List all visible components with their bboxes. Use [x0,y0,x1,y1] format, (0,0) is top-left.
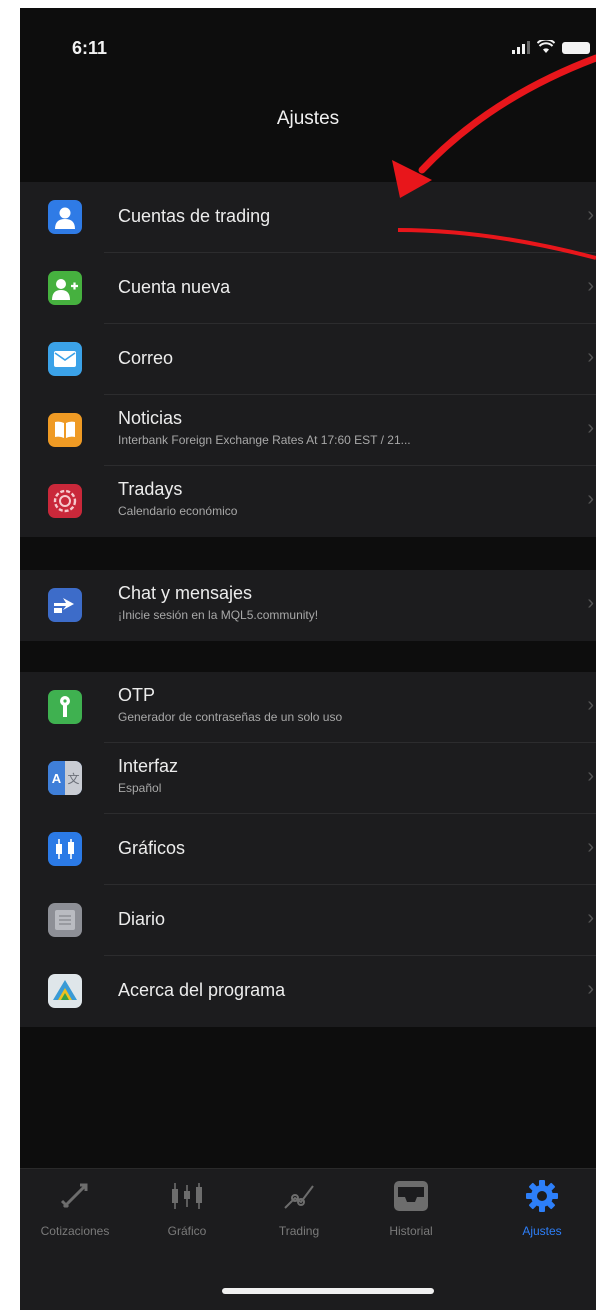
chat-icon [48,588,82,622]
tradays-icon [48,484,82,518]
settings-item-label: Chat y mensajes [118,583,253,603]
settings-item-label: Acerca del programa [118,980,286,1000]
tab-label: Historial [389,1224,433,1238]
trading-icon [244,1176,354,1216]
home-indicator [222,1288,434,1294]
settings-item-charts[interactable]: Gráficos › [20,814,596,885]
settings-item-subtitle: Calendario económico [118,504,238,518]
settings-item-subtitle: Interbank Foreign Exchange Rates At 17:6… [118,433,411,447]
tab-label: Ajustes [522,1224,562,1238]
inbox-icon [356,1176,466,1216]
settings-screen: 6:11 Ajustes Cuentas de trading › Cuenta… [20,8,596,1310]
settings-item-label: Interfaz [118,756,179,776]
gear-icon [488,1176,596,1216]
chevron-right-icon: › [587,978,594,1000]
settings-item-label: OTP [118,685,156,705]
chevron-right-icon: › [587,765,594,787]
chevron-right-icon: › [587,694,594,716]
chevron-right-icon: › [587,836,594,858]
chevron-right-icon: › [587,417,594,439]
settings-item-otp[interactable]: OTP Generador de contraseñas de un solo … [20,672,596,743]
chevron-right-icon: › [587,488,594,510]
envelope-icon [48,342,82,376]
settings-item-journal[interactable]: Diario › [20,885,596,956]
book-icon [48,413,82,447]
tab-chart[interactable]: Gráfico [132,1176,242,1238]
settings-item-about[interactable]: Acerca del programa › [20,956,596,1027]
tab-label: Cotizaciones [40,1224,110,1238]
settings-item-interface[interactable]: A 文 Interfaz Español › [20,743,596,814]
settings-item-chat[interactable]: Chat y mensajes ¡Inicie sesión en la MQL… [20,570,596,641]
tab-trading[interactable]: Trading [244,1176,354,1238]
candles-icon [132,1176,242,1216]
settings-group-chat: Chat y mensajes ¡Inicie sesión en la MQL… [20,570,596,641]
settings-item-label: Correo [118,348,174,368]
settings-item-tradays[interactable]: Tradays Calendario económico › [20,466,596,537]
tab-settings[interactable]: Ajustes [488,1176,596,1238]
journal-icon [48,903,82,937]
tab-quotes[interactable]: Cotizaciones [20,1176,130,1238]
tab-label: Gráfico [167,1224,207,1238]
annotation-arrows [392,54,596,260]
chevron-right-icon: › [587,907,594,929]
language-icon: A 文 [48,761,82,795]
chevron-right-icon: › [587,346,594,368]
settings-item-label: Tradays [118,479,183,499]
settings-item-label: Gráficos [118,838,186,858]
chevron-right-icon: › [587,592,594,614]
settings-item-subtitle: Español [118,781,162,795]
settings-item-subtitle: Generador de contraseñas de un solo uso [118,710,343,724]
key-icon [48,690,82,724]
quotes-icon [20,1176,130,1216]
settings-item-subtitle: ¡Inicie sesión en la MQL5.community! [118,608,319,622]
tab-label: Trading [278,1224,320,1238]
tab-bar-bottom [20,1263,596,1310]
app-logo-icon [48,974,82,1008]
settings-item-mail[interactable]: Correo › [20,324,596,395]
settings-group-app: OTP Generador de contraseñas de un solo … [20,672,596,1027]
chart-icon [48,832,82,866]
settings-item-label: Diario [118,909,166,929]
tab-history[interactable]: Historial [356,1176,466,1238]
settings-item-label: Noticias [118,408,183,428]
settings-item-news[interactable]: Noticias Interbank Foreign Exchange Rate… [20,395,596,466]
